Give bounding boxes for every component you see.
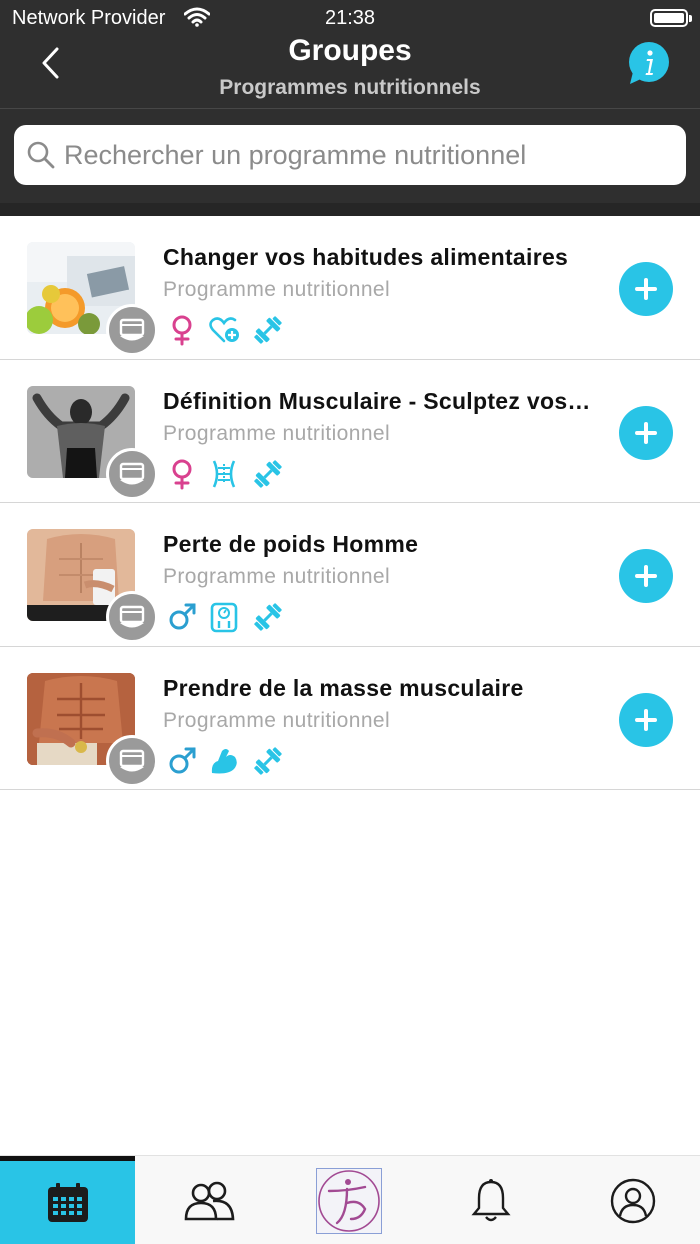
dumbbell-icon — [254, 746, 282, 775]
battery-icon — [650, 9, 692, 27]
bell-icon — [470, 1178, 511, 1221]
header-divider — [0, 108, 700, 109]
group-icon — [184, 1181, 234, 1220]
dumbbell-icon — [254, 603, 282, 631]
add-program-button[interactable] — [619, 549, 673, 603]
male-icon — [169, 747, 196, 773]
biceps-icon — [211, 748, 237, 773]
nutrition-badge-icon — [106, 447, 158, 500]
program-list: Changer vos habitudes alimentaires Progr… — [0, 216, 700, 790]
tab-groups[interactable] — [142, 1156, 277, 1244]
search-bar[interactable] — [14, 125, 686, 185]
female-icon — [172, 315, 192, 346]
list-item[interactable]: Perte de poids Homme Programme nutrition… — [0, 503, 700, 647]
tab-calendar[interactable] — [0, 1156, 135, 1244]
page-subtitle: Programmes nutritionnels — [219, 76, 481, 99]
profile-icon — [610, 1178, 655, 1223]
waist-icon — [212, 459, 236, 488]
scale-icon — [210, 602, 238, 633]
search-icon — [27, 141, 55, 169]
program-type: Programme nutritionnel — [163, 708, 391, 732]
page-title: Groupes — [288, 34, 412, 67]
tab-profile[interactable] — [565, 1156, 700, 1244]
add-program-button[interactable] — [619, 262, 673, 316]
nutrition-badge-icon — [106, 591, 158, 643]
header: Network Provider 21:38 Groupes Programme… — [0, 0, 700, 216]
status-bar: Network Provider 21:38 — [0, 0, 700, 36]
program-title: Perte de poids Homme — [163, 531, 419, 557]
program-title: Prendre de la masse musculaire — [163, 674, 524, 701]
calendar-icon — [47, 1183, 88, 1222]
list-item[interactable]: Définition Musculaire - Sculptez vos cou… — [0, 359, 700, 503]
search-input[interactable] — [64, 125, 664, 185]
program-title: Changer vos habitudes alimentaires — [163, 244, 569, 270]
dumbbell-icon — [254, 459, 282, 488]
clock: 21:38 — [324, 7, 376, 29]
male-icon — [169, 603, 196, 630]
add-program-button[interactable] — [619, 405, 673, 460]
program-type: Programme nutritionnel — [163, 421, 391, 445]
info-icon[interactable] — [627, 42, 671, 86]
list-item[interactable]: Prendre de la masse musculaire Programme… — [0, 646, 700, 790]
add-program-button[interactable] — [619, 692, 673, 747]
nutrition-badge-icon — [106, 734, 158, 787]
female-icon — [172, 459, 192, 489]
header-strip — [0, 203, 700, 216]
program-type: Programme nutritionnel — [163, 565, 391, 588]
heart-plus-icon — [209, 317, 239, 343]
program-title: Définition Musculaire - Sculptez vos cou… — [163, 387, 593, 414]
tab-notifications[interactable] — [423, 1156, 558, 1244]
list-item[interactable]: Changer vos habitudes alimentaires Progr… — [0, 216, 700, 360]
nutrition-badge-icon — [106, 304, 158, 356]
dumbbell-icon — [254, 316, 282, 344]
app-logo[interactable] — [316, 1168, 382, 1234]
program-type: Programme nutritionnel — [163, 278, 391, 301]
